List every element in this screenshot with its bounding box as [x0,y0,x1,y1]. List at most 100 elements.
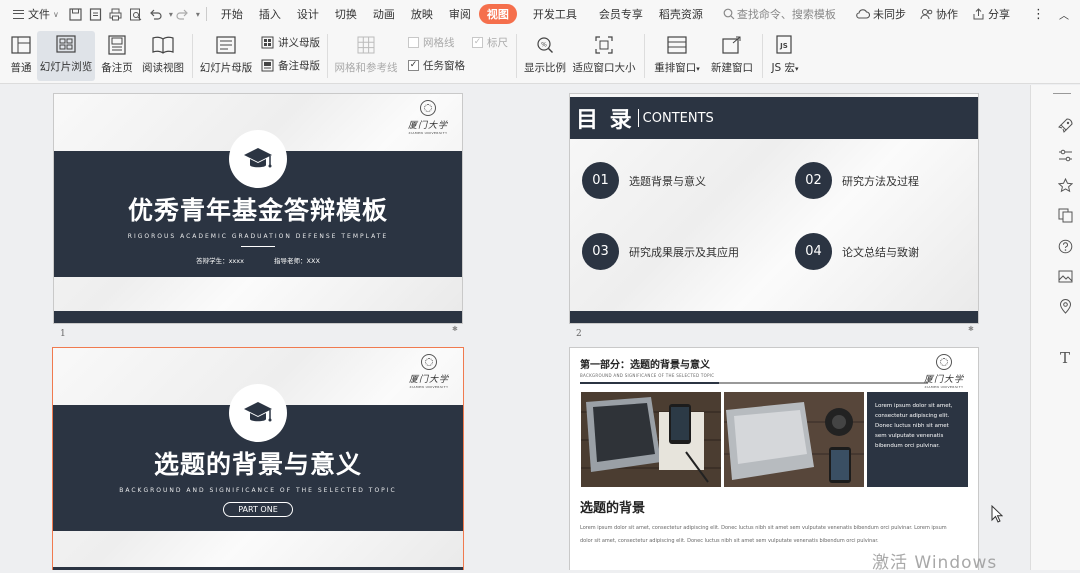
ribbon-separator [762,34,763,78]
reading-view-label: 阅读视图 [142,62,184,74]
notes-master-button[interactable]: 备注母版 [261,58,320,73]
share-icon [973,8,984,20]
ribbon-separator [192,34,193,78]
zoom-button[interactable]: % 显示比例 [522,32,568,80]
handout-master-button[interactable]: 讲义母版 [261,35,320,50]
adjust-icon[interactable] [1055,145,1075,165]
chevron-down-icon: ▾ [795,65,799,73]
new-window-icon [722,32,742,58]
js-macro-label: JS 宏▾ [771,60,798,75]
star-icon[interactable] [1055,175,1075,195]
svg-text:JS: JS [779,42,788,50]
text-icon[interactable]: T [1055,348,1075,368]
undo-dropdown-icon[interactable]: ▾ [169,10,173,19]
slide-sorter-label: 幻灯片浏览 [39,61,93,73]
copy-icon[interactable] [1055,205,1075,225]
arrange-window-button[interactable]: 重排窗口▾ [651,32,703,80]
university-logo: 厦门大学 XIAMEN UNIVERSITY [924,354,964,389]
js-macro-button[interactable]: JS JS 宏▾ [766,32,804,80]
divider [241,246,275,247]
file-menu[interactable]: 文件 ∨ [6,4,66,24]
tab-docer[interactable]: 稻壳资源 [651,4,711,24]
notes-master-icon [261,59,274,72]
command-search[interactable]: 查找命令、搜索模板 [723,6,836,22]
ribbon-view: 普通 幻灯片浏览 备注页 阅读视图 幻灯片母版 讲义母版 备注母版 网格和参考线… [0,28,1080,84]
animation-star-icon: ✱ [968,325,974,333]
slide-number-1: 1 [60,329,66,339]
slide-thumbnail-4[interactable]: 第一部分：选题的背景与意义 BACKGROUND AND SIGNIFICANC… [569,347,979,570]
new-window-button[interactable]: 新建窗口 [709,32,755,80]
reading-view-button[interactable]: 阅读视图 [140,32,186,80]
tab-view[interactable]: 视图 [478,4,517,24]
js-macro-text: JS 宏 [771,62,796,74]
contents-title: 目 录 [576,108,634,133]
slide-thumbnail-2[interactable]: 目 录 CONTENTS 01 选题背景与意义 02 研究方法及过程 03 研究… [569,93,979,324]
gridlines-checkbox[interactable]: 网格线 [408,35,455,50]
logo-name: 厦门大学 [407,121,448,131]
reading-view-icon [152,32,174,58]
panel-collapse-icon[interactable] [1053,93,1071,94]
slide-thumbnail-3[interactable]: 厦门大学 XIAMEN UNIVERSITY 选题的背景与意义 BACKGROU… [52,347,464,570]
notes-page-button[interactable]: 备注页 [100,32,134,80]
share-button[interactable]: 分享 [965,4,1017,24]
university-seal-icon [935,354,952,370]
svg-text:%: % [541,42,547,49]
tab-insert[interactable]: 插入 [251,4,289,24]
menu-bar: 文件 ∨ ▾ ▾ 开始 插入 设计 切换 动画 放映 审阅 视图 开发工具 会员… [0,0,1080,28]
help-icon[interactable] [1055,236,1075,256]
body-text: Lorem ipsum dolor sit amet, consectetur … [580,525,947,544]
tab-developer[interactable]: 开发工具 [525,4,585,24]
redo-dropdown-icon[interactable]: ▾ [196,10,200,19]
toc-number: 01 [582,162,619,199]
notes-page-icon [108,32,126,58]
graduation-cap-icon [229,384,287,442]
slide-thumbnail-1[interactable]: 厦门大学 XIAMEN UNIVERSITY 优秀青年基金答辩模板 RIGORO… [53,93,463,324]
collapse-ribbon-icon[interactable]: ︿ [1052,4,1076,24]
slide-sorter-icon [56,31,76,57]
toc-number: 02 [795,162,832,199]
tab-transitions[interactable]: 切换 [327,4,365,24]
slide-number-2: 2 [576,329,582,339]
zoom-icon: % [536,32,554,58]
logo-english: XIAMEN UNIVERSITY [409,385,449,389]
rocket-icon[interactable] [1055,115,1075,135]
slide-master-button[interactable]: 幻灯片母版 [199,32,253,80]
ruler-checkbox[interactable]: ✓ 标尺 [472,35,508,50]
notes-page-label: 备注页 [101,62,133,74]
save-icon[interactable] [67,5,85,23]
handout-master-label: 讲义母版 [278,37,320,49]
tab-animations[interactable]: 动画 [365,4,403,24]
print-preview-icon[interactable] [127,5,145,23]
slide-sorter-area: 厦门大学 XIAMEN UNIVERSITY 优秀青年基金答辩模板 RIGORO… [0,85,1030,570]
content-heading: 选题的背景 [580,501,646,516]
ruler-check: ✓ [472,37,483,48]
normal-view-button[interactable]: 普通 [6,32,36,80]
tab-design[interactable]: 设计 [289,4,327,24]
tab-home[interactable]: 开始 [213,4,251,24]
footer-bar [570,311,978,323]
tab-review[interactable]: 审阅 [441,4,479,24]
image-settings-icon[interactable] [1055,266,1075,286]
gridlines-label: 网格线 [423,37,455,49]
more-options-icon[interactable]: ⋮ [1025,4,1052,24]
location-icon[interactable] [1055,296,1075,316]
undo-icon[interactable] [147,5,165,23]
export-pdf-icon[interactable] [87,5,105,23]
fit-window-button[interactable]: 适应窗口大小 [573,32,636,80]
sync-button[interactable]: 未同步 [849,4,913,24]
university-logo: 厦门大学 XIAMEN UNIVERSITY [408,100,448,135]
separator [205,7,207,21]
toc-label: 研究成果展示及其应用 [629,245,739,259]
slide-sorter-button[interactable]: 幻灯片浏览 [37,31,95,81]
redo-icon[interactable] [174,5,192,23]
slide-subtitle: BACKGROUND AND SIGNIFICANCE OF THE SELEC… [119,487,397,494]
tab-member[interactable]: 会员专享 [591,4,651,24]
section-heading-en: BACKGROUND AND SIGNIFICANCE OF THE SELEC… [580,373,715,378]
arrange-window-icon [667,32,687,58]
university-logo: 厦门大学 XIAMEN UNIVERSITY [409,354,449,389]
collaborate-button[interactable]: 协作 [913,4,965,24]
task-pane-checkbox[interactable]: ✓ 任务窗格 [408,58,465,73]
grid-guides-button[interactable]: 网格和参考线 [333,32,399,80]
tab-slideshow[interactable]: 放映 [403,4,441,24]
print-icon[interactable] [107,5,125,23]
